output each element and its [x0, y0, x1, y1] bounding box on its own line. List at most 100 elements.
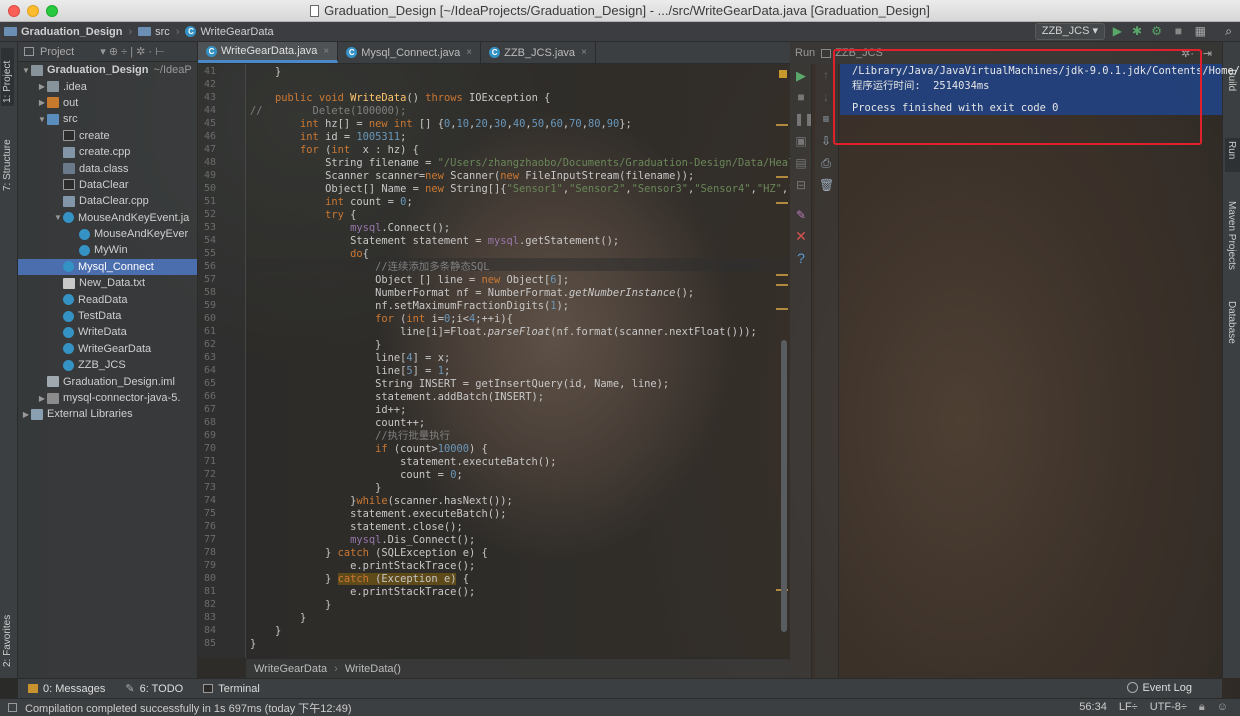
- stripe-mark[interactable]: [776, 284, 788, 286]
- tree-item[interactable]: MouseAndKeyEver: [18, 226, 197, 242]
- soft-wrap-icon[interactable]: ≡: [819, 112, 833, 126]
- warning-indicator-icon[interactable]: [779, 70, 787, 78]
- editor-tab[interactable]: C ZZB_JCS.java ×: [481, 42, 596, 63]
- stop-icon[interactable]: ■: [1175, 24, 1182, 38]
- tree-item[interactable]: WriteData: [18, 324, 197, 340]
- minimize-window-button[interactable]: [27, 5, 39, 17]
- breadcrumb-class[interactable]: WriteGearData: [254, 663, 327, 675]
- run-icon[interactable]: ▶: [1113, 24, 1122, 38]
- hide-panel-icon[interactable]: ⇥: [1203, 47, 1212, 60]
- tab-favorites[interactable]: 2: Favorites: [1, 598, 14, 670]
- stripe-mark[interactable]: [776, 176, 788, 178]
- editor-tab[interactable]: C WriteGearData.java ×: [198, 42, 339, 63]
- trash-icon[interactable]: 🗑: [819, 178, 834, 192]
- breadcrumb-method[interactable]: WriteData(): [345, 663, 401, 675]
- close-icon[interactable]: ×: [323, 46, 329, 57]
- line-separator[interactable]: LF÷: [1119, 701, 1138, 714]
- tree-item[interactable]: DataClear.cpp: [18, 193, 197, 209]
- tree-item[interactable]: DataClear: [18, 177, 197, 193]
- close-icon[interactable]: ✕: [794, 228, 808, 245]
- cls-icon: [63, 163, 75, 175]
- nav-crumb-src[interactable]: src: [134, 26, 174, 38]
- tree-item[interactable]: create.cpp: [18, 144, 197, 160]
- tab-structure[interactable]: 7: Structure: [1, 126, 14, 194]
- tab-todo[interactable]: ✎ 6: TODO: [115, 682, 193, 696]
- tree-item[interactable]: ▶ mysql-connector-java-5.: [18, 390, 197, 406]
- tree-item[interactable]: MyWin: [18, 242, 197, 258]
- pause-icon[interactable]: ❚❚: [794, 112, 814, 126]
- scroll-down-icon[interactable]: ↓: [819, 90, 833, 104]
- todo-icon: ✎: [125, 683, 135, 695]
- lock-icon[interactable]: 🔒︎: [1199, 701, 1205, 714]
- tab-terminal[interactable]: Terminal: [193, 683, 270, 695]
- inspector-icon[interactable]: ☺: [1217, 701, 1228, 714]
- java-file-icon: [310, 5, 320, 17]
- settings-icon[interactable]: ▤: [794, 156, 808, 170]
- scroll-up-icon[interactable]: ↑: [819, 68, 833, 82]
- tab-database[interactable]: Database: [1225, 298, 1238, 348]
- file-encoding[interactable]: UTF-8÷: [1150, 701, 1187, 714]
- editor-scrollbar[interactable]: [781, 340, 787, 632]
- chevron-right-icon[interactable]: ▶: [37, 82, 47, 91]
- restore-layout-icon[interactable]: ⊟: [794, 178, 808, 192]
- chevron-down-icon[interactable]: ▼: [53, 213, 63, 222]
- zoom-window-button[interactable]: [46, 5, 58, 17]
- debug-icon[interactable]: ✱: [1132, 24, 1142, 38]
- tree-item[interactable]: ▼ Graduation_Design ~/IdeaP: [18, 62, 197, 78]
- nav-crumb-file[interactable]: C WriteGearData: [181, 26, 277, 38]
- tool-window-toggle-icon[interactable]: [8, 703, 17, 712]
- chevron-down-icon[interactable]: ▼: [21, 66, 31, 75]
- stop-icon[interactable]: ■: [794, 90, 808, 104]
- caret-position[interactable]: 56:34: [1079, 701, 1107, 714]
- rerun-icon[interactable]: ▶: [794, 68, 808, 84]
- code-editor[interactable]: } public void WriteData() throws IOExcep…: [246, 64, 790, 658]
- stripe-mark[interactable]: [776, 124, 788, 126]
- coverage-icon[interactable]: ⚙: [1151, 24, 1162, 38]
- project-view-select[interactable]: Project: [40, 46, 74, 58]
- tree-item[interactable]: Mysql_Connect: [18, 258, 197, 276]
- stripe-mark[interactable]: [776, 308, 788, 310]
- code-line: Scanner scanner=new Scanner(new FileInpu…: [250, 170, 695, 182]
- run-console[interactable]: /Library/Java/JavaVirtualMachines/jdk-9.…: [840, 64, 1240, 678]
- tree-item[interactable]: ▶ out: [18, 95, 197, 111]
- tree-item[interactable]: Graduation_Design.iml: [18, 373, 197, 389]
- tree-item[interactable]: New_Data.txt: [18, 275, 197, 291]
- tab-project[interactable]: 1: Project: [1, 48, 14, 106]
- tree-item[interactable]: ReadData: [18, 291, 197, 307]
- run-config-select[interactable]: ZZB_JCS ▾: [1034, 23, 1105, 40]
- tree-item[interactable]: data.class: [18, 160, 197, 176]
- scroll-to-end-icon[interactable]: ⇩: [819, 134, 833, 148]
- search-icon[interactable]: ⌕: [1225, 24, 1232, 39]
- dump-threads-icon[interactable]: ▣: [794, 134, 808, 148]
- chevron-right-icon[interactable]: ▶: [37, 98, 47, 107]
- event-log-button[interactable]: Event Log: [1127, 682, 1192, 694]
- tree-item[interactable]: WriteGearData: [18, 341, 197, 357]
- line-number: 73: [203, 482, 216, 493]
- tree-item[interactable]: ▼ MouseAndKeyEvent.ja: [18, 210, 197, 226]
- close-icon[interactable]: ×: [466, 47, 472, 58]
- stripe-mark[interactable]: [776, 202, 788, 204]
- tree-item[interactable]: TestData: [18, 308, 197, 324]
- tree-item[interactable]: ZZB_JCS: [18, 357, 197, 373]
- tree-item[interactable]: ▶ External Libraries: [18, 406, 197, 422]
- line-number: 48: [203, 157, 216, 168]
- chevron-down-icon[interactable]: ▼: [37, 115, 47, 124]
- tree-item[interactable]: ▼ src: [18, 111, 197, 127]
- tree-item[interactable]: ▶ .idea: [18, 78, 197, 94]
- print-icon[interactable]: ⎙: [819, 156, 833, 171]
- pin-icon[interactable]: ✎: [794, 208, 808, 222]
- chevron-right-icon[interactable]: ▶: [37, 394, 47, 403]
- tab-maven-projects[interactable]: Maven Projects: [1225, 198, 1238, 274]
- nav-crumb-project[interactable]: Graduation_Design: [0, 26, 126, 38]
- view-options-icons[interactable]: ▾ ⊕ ÷ | ✲ · ⊢: [100, 45, 164, 58]
- close-window-button[interactable]: [8, 5, 20, 17]
- tab-messages[interactable]: 0: Messages: [18, 683, 115, 695]
- help-icon[interactable]: ?: [794, 250, 808, 266]
- project-structure-icon[interactable]: ▦: [1195, 24, 1206, 38]
- chevron-right-icon[interactable]: ▶: [21, 410, 31, 419]
- stripe-mark[interactable]: [776, 274, 788, 276]
- tree-item[interactable]: create: [18, 128, 197, 144]
- tab-run[interactable]: 4: Run: [1225, 138, 1240, 172]
- close-icon[interactable]: ×: [581, 47, 587, 58]
- editor-tab[interactable]: C Mysql_Connect.java ×: [338, 42, 482, 63]
